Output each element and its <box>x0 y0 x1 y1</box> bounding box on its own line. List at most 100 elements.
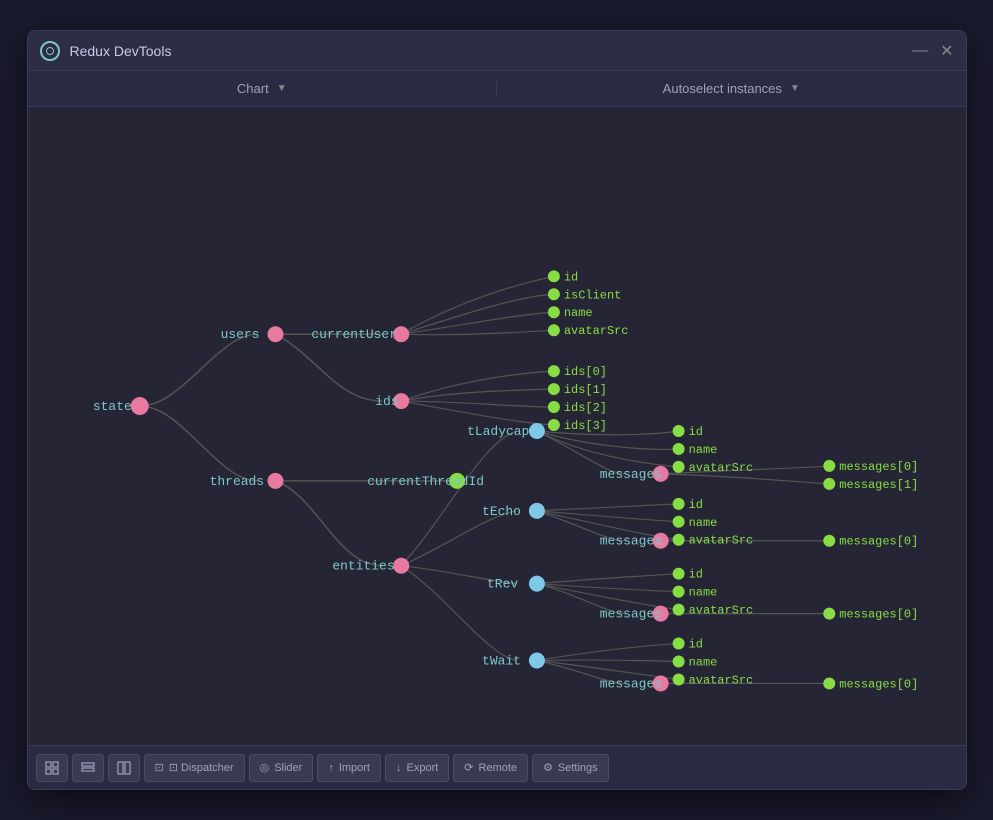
leaf-name-echo <box>672 516 684 528</box>
node-state[interactable] <box>130 397 148 415</box>
leaf-msg-lady-0 <box>823 460 835 472</box>
view-button-2[interactable] <box>72 754 104 782</box>
window-controls: — ✕ <box>912 41 953 61</box>
svg-text:messages[0]: messages[0] <box>839 608 918 622</box>
svg-text:id: id <box>688 568 702 582</box>
svg-text:avatarSrc: avatarSrc <box>688 534 753 548</box>
leaf-name1 <box>547 306 559 318</box>
svg-text:messages[0]: messages[0] <box>839 460 918 474</box>
autoselect-dropdown[interactable]: Autoselect instances ▼ <box>496 81 966 96</box>
leaf-msg-wait-0 <box>823 677 835 689</box>
svg-text:isClient: isClient <box>563 288 620 302</box>
leaf-id-rev <box>672 568 684 580</box>
svg-text:avatarSrc: avatarSrc <box>688 461 753 475</box>
settings-icon: ⚙ <box>543 761 553 774</box>
svg-text:messages[0]: messages[0] <box>839 677 918 691</box>
node-threads[interactable] <box>267 473 283 489</box>
leaf-id-wait <box>672 638 684 650</box>
export-icon: ↓ <box>396 762 402 774</box>
dispatcher-button[interactable]: ⊡ ⊡ Dispatcher <box>144 754 245 782</box>
leaf-name-wait <box>672 656 684 668</box>
bottom-toolbar: ⊡ ⊡ Dispatcher ◎ Slider ↑ Import ↓ Expor… <box>28 745 966 789</box>
import-icon: ↑ <box>328 762 334 774</box>
svg-text:tEcho: tEcho <box>482 504 521 519</box>
leaf-ids1 <box>547 383 559 395</box>
leaf-name-lady <box>672 443 684 455</box>
svg-text:ids[2]: ids[2] <box>563 401 606 415</box>
svg-text:ids[3]: ids[3] <box>563 419 606 433</box>
leaf-ids3 <box>547 419 559 431</box>
leaf-avatar-wait <box>672 673 684 685</box>
svg-text:ids[0]: ids[0] <box>563 365 606 379</box>
state-tree-svg: state users threads currentUser ids curr… <box>28 107 966 745</box>
svg-text:id: id <box>563 270 577 284</box>
app-icon-inner <box>46 47 54 55</box>
svg-text:tLadycap: tLadycap <box>467 424 529 439</box>
dispatcher-label: ⊡ Dispatcher <box>169 761 234 774</box>
close-button[interactable]: ✕ <box>940 41 953 61</box>
slider-label: Slider <box>274 762 302 774</box>
leaf-avatar-rev <box>672 604 684 616</box>
svg-text:name: name <box>688 655 717 669</box>
view-button-3[interactable] <box>108 754 140 782</box>
slider-icon: ◎ <box>260 761 270 774</box>
svg-text:avatarSrc: avatarSrc <box>563 324 628 338</box>
leaf-ids2 <box>547 401 559 413</box>
svg-text:ids: ids <box>375 394 398 409</box>
node-tLadycap[interactable] <box>528 423 544 439</box>
node-entities[interactable] <box>393 558 409 574</box>
remote-button[interactable]: ⟳ Remote <box>453 754 528 782</box>
svg-text:name: name <box>688 443 717 457</box>
svg-text:currentThreadId: currentThreadId <box>367 474 484 489</box>
slider-button[interactable]: ◎ Slider <box>249 754 314 782</box>
svg-text:id: id <box>688 498 702 512</box>
title-bar: Redux DevTools — ✕ <box>28 31 966 71</box>
settings-label: Settings <box>558 762 598 774</box>
import-button[interactable]: ↑ Import <box>317 754 381 782</box>
svg-text:name: name <box>688 586 717 600</box>
dispatcher-icon: ⊡ <box>155 761 164 774</box>
export-button[interactable]: ↓ Export <box>385 754 449 782</box>
node-tEcho[interactable] <box>528 503 544 519</box>
svg-text:entities: entities <box>332 559 394 574</box>
import-label: Import <box>339 762 370 774</box>
node-tRev[interactable] <box>528 576 544 592</box>
svg-text:id: id <box>688 425 702 439</box>
svg-text:name: name <box>563 306 592 320</box>
leaf-msg-lady-1 <box>823 478 835 490</box>
remote-label: Remote <box>479 762 518 774</box>
remote-icon: ⟳ <box>464 761 473 774</box>
svg-text:messages: messages <box>599 607 661 622</box>
app-icon <box>40 41 60 61</box>
autoselect-dropdown-arrow: ▼ <box>790 83 800 94</box>
chart-dropdown-arrow: ▼ <box>277 83 287 94</box>
leaf-avatarSrc1 <box>547 324 559 336</box>
chart-dropdown[interactable]: Chart ▼ <box>28 81 497 96</box>
redux-devtools-window: Redux DevTools — ✕ Chart ▼ Autoselect in… <box>27 30 967 790</box>
leaf-name-rev <box>672 586 684 598</box>
window-title: Redux DevTools <box>70 43 913 59</box>
svg-text:id: id <box>688 638 702 652</box>
svg-text:currentUser: currentUser <box>311 327 397 342</box>
svg-text:messages: messages <box>599 467 661 482</box>
node-users[interactable] <box>267 326 283 342</box>
svg-text:messages: messages <box>599 534 661 549</box>
export-label: Export <box>407 762 439 774</box>
node-tWait[interactable] <box>528 653 544 669</box>
autoselect-label: Autoselect instances <box>663 81 782 96</box>
svg-text:messages[0]: messages[0] <box>839 535 918 549</box>
svg-text:messages: messages <box>599 676 661 691</box>
settings-button[interactable]: ⚙ Settings <box>532 754 609 782</box>
leaf-avatar-lady <box>672 461 684 473</box>
view-button-1[interactable] <box>36 754 68 782</box>
leaf-id-lady <box>672 425 684 437</box>
chart-label: Chart <box>237 81 269 96</box>
svg-text:name: name <box>688 516 717 530</box>
svg-text:avatarSrc: avatarSrc <box>688 604 753 618</box>
svg-text:users: users <box>220 327 259 342</box>
leaf-msg-rev-0 <box>823 608 835 620</box>
svg-text:threads: threads <box>209 474 263 489</box>
toolbar: Chart ▼ Autoselect instances ▼ <box>28 71 966 107</box>
svg-text:messages[1]: messages[1] <box>839 478 918 492</box>
minimize-button[interactable]: — <box>912 41 928 61</box>
